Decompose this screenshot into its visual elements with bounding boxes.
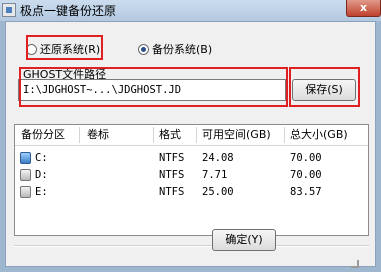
free-cell: 24.08 [202, 152, 234, 164]
format-cell: NTFS [159, 186, 185, 198]
table-row[interactable]: C: NTFS 24.08 70.00 [15, 150, 368, 166]
partition-cell: E: [35, 186, 48, 198]
resize-grip-icon[interactable] [351, 260, 359, 268]
highlight-box-save [289, 67, 360, 107]
column-divider [153, 127, 154, 143]
partition-cell: D: [35, 169, 48, 181]
title-bar: 极点一键备份还原 x [0, 0, 381, 21]
dialog-body: 还原系统(R) 备份系统(B) GHOST文件路径 I:\JDGHOST~...… [5, 21, 376, 268]
column-divider [284, 127, 285, 143]
col-partition[interactable]: 备份分区 [21, 125, 65, 145]
drive-icon [20, 169, 31, 181]
column-divider [79, 127, 80, 143]
window-title: 极点一键备份还原 [20, 4, 117, 18]
column-divider [196, 127, 197, 143]
table-header: 备份分区 卷标 格式 可用空间(GB) 总大小(GB) [15, 125, 368, 146]
ok-button[interactable]: 确定(Y) [212, 229, 276, 251]
backup-radio[interactable]: 备份系统(B) [138, 41, 212, 57]
app-icon [2, 3, 16, 17]
partition-cell: C: [35, 152, 48, 164]
system-drive-icon [20, 152, 31, 164]
col-total-size[interactable]: 总大小(GB) [290, 125, 348, 145]
backup-radio-label: 备份系统(B) [152, 43, 213, 56]
free-cell: 25.00 [202, 186, 234, 198]
total-cell: 70.00 [290, 169, 322, 181]
free-cell: 7.71 [202, 169, 228, 181]
highlight-box-restore [26, 35, 103, 60]
format-cell: NTFS [159, 169, 185, 181]
radio-selected-icon [138, 44, 149, 55]
table-row[interactable]: E: NTFS 25.00 83.57 [15, 184, 368, 200]
total-cell: 83.57 [290, 186, 322, 198]
partition-table[interactable]: 备份分区 卷标 格式 可用空间(GB) 总大小(GB) C: NTFS 24.0… [14, 124, 369, 236]
col-format[interactable]: 格式 [159, 125, 181, 145]
close-button[interactable]: x [346, 0, 381, 17]
table-row[interactable]: D: NTFS 7.71 70.00 [15, 167, 368, 183]
format-cell: NTFS [159, 152, 185, 164]
col-free-space[interactable]: 可用空间(GB) [202, 125, 271, 145]
col-label[interactable]: 卷标 [87, 125, 109, 145]
drive-icon [20, 186, 31, 198]
highlight-box-path [19, 67, 288, 107]
separator [14, 245, 369, 247]
total-cell: 70.00 [290, 152, 322, 164]
